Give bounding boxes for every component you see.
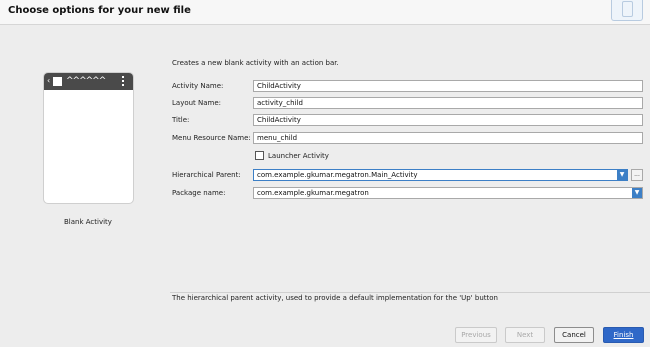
layout-name-label: Layout Name:: [172, 99, 222, 107]
dialog-title: Choose options for your new file: [8, 5, 191, 16]
launcher-activity-checkbox[interactable]: [255, 151, 264, 160]
finish-button[interactable]: Finish: [603, 327, 644, 343]
hierarchical-parent-label: Hierarchical Parent:: [172, 171, 241, 179]
template-name: Blank Activity: [64, 218, 112, 226]
chevron-down-icon[interactable]: ▼: [617, 170, 627, 180]
back-icon: ‹: [47, 76, 51, 85]
package-name-combo[interactable]: com.example.gkumar.megatron ▼: [253, 187, 643, 199]
divider: [170, 292, 650, 293]
preview-title-placeholder: ^^^^^^: [66, 76, 106, 86]
activity-name-input[interactable]: ChildActivity: [253, 80, 643, 92]
next-button[interactable]: Next: [505, 327, 545, 343]
overflow-menu-icon: [122, 76, 124, 86]
package-name-value: com.example.gkumar.megatron: [257, 189, 369, 197]
layout-name-input[interactable]: activity_child: [253, 97, 643, 109]
activity-name-label: Activity Name:: [172, 82, 224, 90]
dialog-header: Choose options for your new file: [0, 0, 650, 25]
menu-resource-input[interactable]: menu_child: [253, 132, 643, 144]
new-file-icon: [611, 0, 643, 21]
launcher-activity-label[interactable]: Launcher Activity: [268, 151, 329, 161]
package-name-label: Package name:: [172, 189, 226, 197]
browse-button[interactable]: ...: [631, 169, 643, 181]
previous-button[interactable]: Previous: [455, 327, 497, 343]
preview-action-bar: ‹ ^^^^^^: [44, 73, 133, 90]
app-icon: [53, 77, 62, 86]
template-description: Creates a new blank activity with an act…: [172, 59, 339, 67]
title-input[interactable]: ChildActivity: [253, 114, 643, 126]
chevron-down-icon[interactable]: ▼: [632, 188, 642, 198]
title-label: Title:: [172, 116, 190, 124]
cancel-button[interactable]: Cancel: [554, 327, 594, 343]
hierarchical-parent-combo[interactable]: com.example.gkumar.megatron.Main_Activit…: [253, 169, 628, 181]
field-hint: The hierarchical parent activity, used t…: [172, 294, 498, 302]
hierarchical-parent-value: com.example.gkumar.megatron.Main_Activit…: [257, 171, 418, 179]
menu-resource-label: Menu Resource Name:: [172, 134, 251, 142]
template-preview: ‹ ^^^^^^: [43, 72, 134, 204]
